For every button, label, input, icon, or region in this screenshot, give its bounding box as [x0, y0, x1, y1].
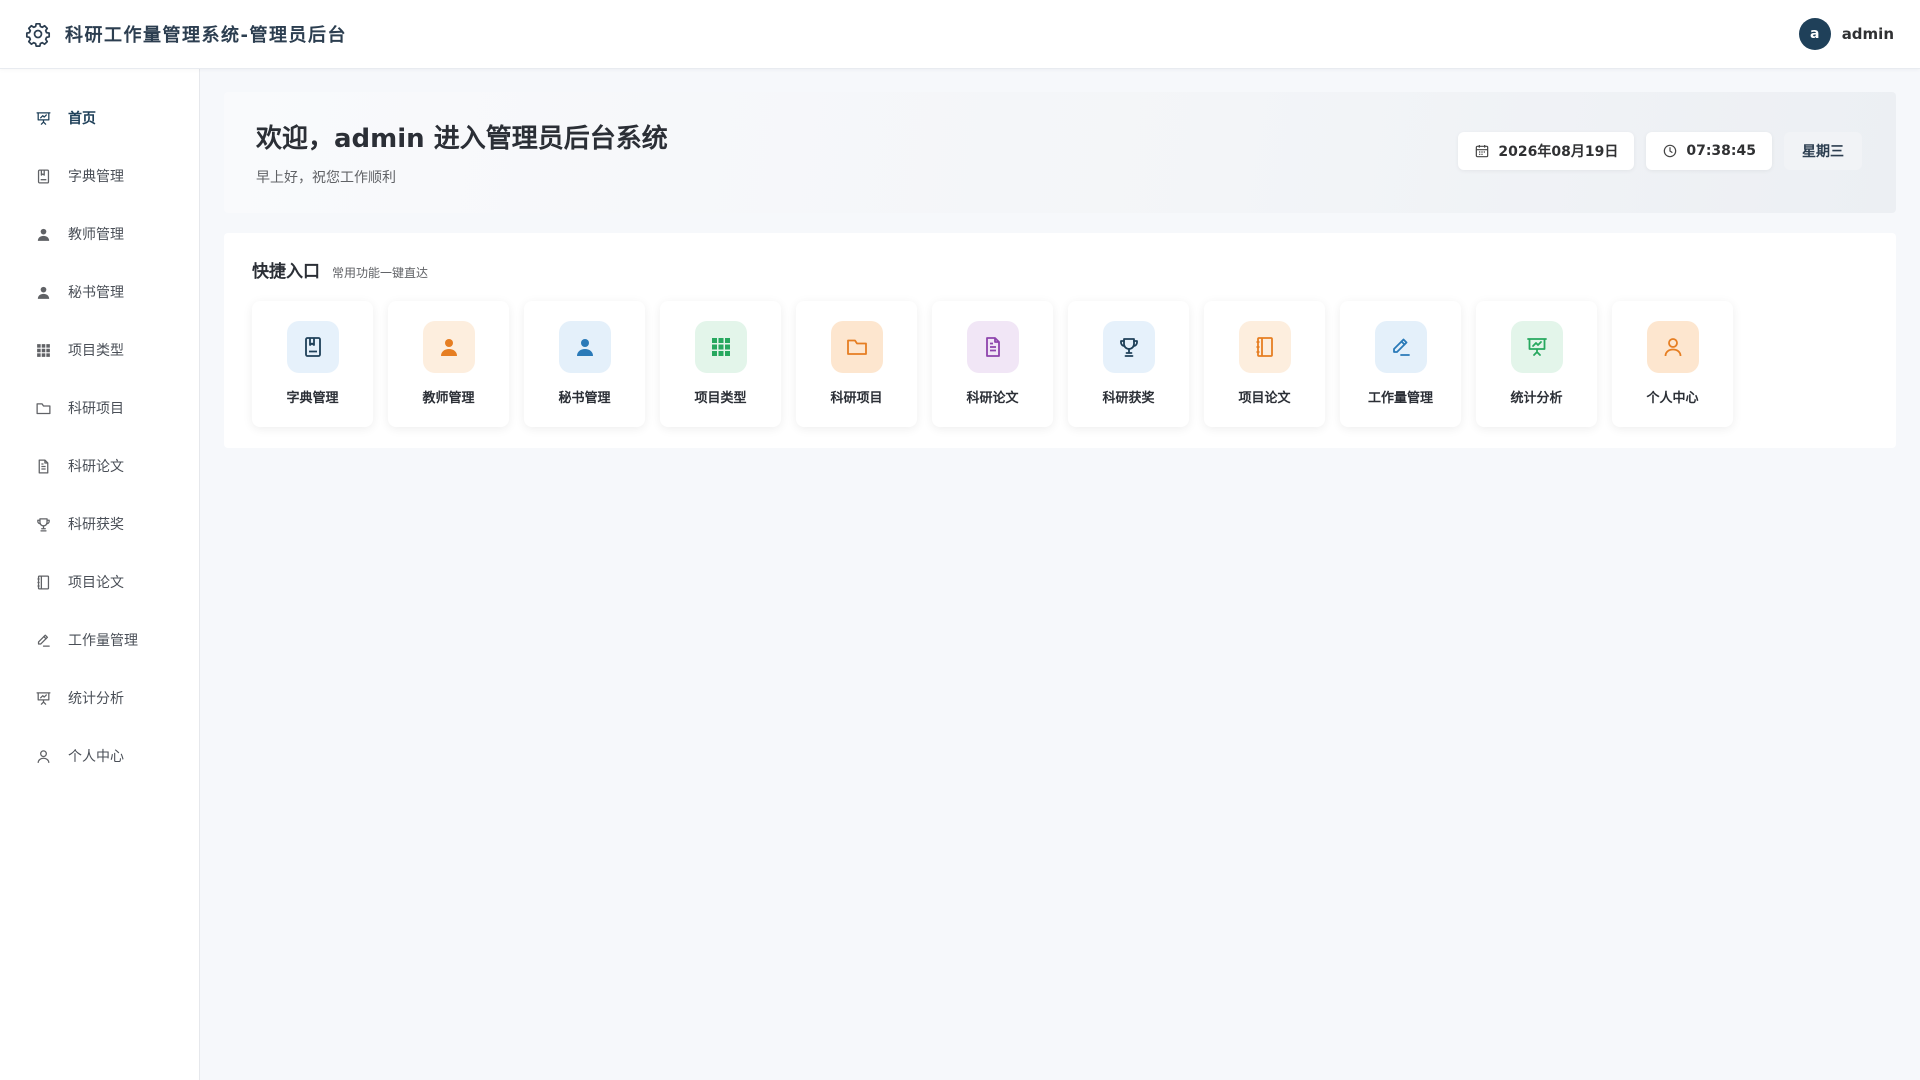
- quick-card-label: 教师管理: [422, 391, 475, 406]
- user-solid-icon: [35, 284, 52, 301]
- weekday-badge: 星期三: [1784, 131, 1862, 170]
- edit-pen-icon: [35, 632, 52, 649]
- presentation-chart-icon: [35, 690, 52, 707]
- sidebar-item-label: 个人中心: [68, 749, 124, 765]
- sidebar-item-research-papers[interactable]: 科研论文: [0, 437, 199, 495]
- sidebar-item-project-papers[interactable]: 项目论文: [0, 553, 199, 611]
- user-solid-icon: [558, 321, 611, 373]
- quick-card-label: 科研论文: [966, 391, 1019, 406]
- sidebar-item-label: 首页: [68, 111, 96, 127]
- trophy-icon: [1102, 321, 1155, 373]
- quick-access-header: 快捷入口 常用功能一键直达: [252, 257, 1868, 282]
- presentation-chart-icon: [1510, 321, 1563, 373]
- quick-card-research-awards[interactable]: 科研获奖: [1068, 301, 1189, 427]
- quick-card-label: 科研项目: [830, 391, 883, 406]
- grid-icon: [694, 321, 747, 373]
- app-title: 科研工作量管理系统-管理员后台: [65, 25, 347, 46]
- quick-access-title: 快捷入口: [252, 262, 320, 282]
- username[interactable]: admin: [1842, 25, 1894, 43]
- book-icon: [286, 321, 339, 373]
- sidebar-item-label: 科研论文: [68, 459, 124, 475]
- document-icon: [966, 321, 1019, 373]
- weekday-text: 星期三: [1802, 143, 1844, 160]
- top-bar: 科研工作量管理系统-管理员后台 a admin: [0, 0, 1920, 69]
- sidebar-item-dictionary[interactable]: 字典管理: [0, 147, 199, 205]
- sidebar-item-label: 科研获奖: [68, 517, 124, 533]
- presentation-chart-icon: [35, 110, 52, 127]
- quick-card-label: 工作量管理: [1367, 391, 1433, 406]
- date-text: 2026年08月19日: [1498, 143, 1619, 160]
- time-badge: 07:38:45: [1646, 131, 1772, 170]
- quick-card-workload[interactable]: 工作量管理: [1340, 301, 1461, 427]
- document-icon: [35, 458, 52, 475]
- sidebar-item-label: 项目类型: [68, 343, 124, 359]
- welcome-banner: 欢迎，admin 进入管理员后台系统 早上好，祝您工作顺利 2026年08月19…: [224, 92, 1896, 213]
- time-text: 07:38:45: [1686, 142, 1756, 159]
- sidebar-item-workload[interactable]: 工作量管理: [0, 611, 199, 669]
- gear-icon[interactable]: [25, 21, 51, 47]
- sidebar-item-label: 教师管理: [68, 227, 124, 243]
- trophy-icon: [35, 516, 52, 533]
- quick-access-cards: 字典管理 教师管理 秘书管理 项目类型 科研项目 科研论文 科研获奖 项目论文 …: [252, 301, 1868, 427]
- quick-card-research-projects[interactable]: 科研项目: [796, 301, 917, 427]
- main-content: 欢迎，admin 进入管理员后台系统 早上好，祝您工作顺利 2026年08月19…: [224, 92, 1896, 448]
- datetime-chips: 2026年08月19日 07:38:45 星期三: [1458, 131, 1862, 170]
- quick-card-label: 科研获奖: [1102, 391, 1155, 406]
- sidebar-item-statistics[interactable]: 统计分析: [0, 669, 199, 727]
- notebook-icon: [35, 574, 52, 591]
- quick-card-teachers[interactable]: 教师管理: [388, 301, 509, 427]
- quick-card-dictionary[interactable]: 字典管理: [252, 301, 373, 427]
- sidebar-item-label: 项目论文: [68, 575, 124, 591]
- calendar-icon: [1474, 143, 1490, 159]
- notebook-icon: [1238, 321, 1291, 373]
- user-solid-icon: [35, 226, 52, 243]
- sidebar-item-teachers[interactable]: 教师管理: [0, 205, 199, 263]
- sidebar-item-home[interactable]: 首页: [0, 89, 199, 147]
- quick-card-label: 秘书管理: [558, 391, 611, 406]
- quick-access-subtitle: 常用功能一键直达: [332, 266, 429, 280]
- user-outline-icon: [35, 748, 52, 765]
- sidebar-item-label: 工作量管理: [68, 633, 138, 649]
- avatar[interactable]: a: [1798, 18, 1831, 50]
- quick-card-label: 字典管理: [286, 391, 339, 406]
- sidebar-item-secretaries[interactable]: 秘书管理: [0, 263, 199, 321]
- edit-pen-icon: [1374, 321, 1427, 373]
- user-menu[interactable]: a admin: [1798, 18, 1894, 50]
- book-icon: [35, 168, 52, 185]
- sidebar-item-project-types[interactable]: 项目类型: [0, 321, 199, 379]
- welcome-subtitle: 早上好，祝您工作顺利: [256, 170, 396, 186]
- sidebar-item-research-projects[interactable]: 科研项目: [0, 379, 199, 437]
- quick-card-secretaries[interactable]: 秘书管理: [524, 301, 645, 427]
- welcome-title: 欢迎，admin 进入管理员后台系统: [256, 124, 668, 154]
- sidebar-item-label: 秘书管理: [68, 285, 124, 301]
- sidebar-item-label: 科研项目: [68, 401, 124, 417]
- quick-card-research-papers[interactable]: 科研论文: [932, 301, 1053, 427]
- quick-card-label: 项目论文: [1238, 391, 1291, 406]
- welcome-text: 欢迎，admin 进入管理员后台系统 早上好，祝您工作顺利: [256, 118, 668, 187]
- sidebar-item-label: 字典管理: [68, 169, 124, 185]
- quick-card-project-papers[interactable]: 项目论文: [1204, 301, 1325, 427]
- sidebar-item-research-awards[interactable]: 科研获奖: [0, 495, 199, 553]
- folder-icon: [35, 400, 52, 417]
- quick-card-project-types[interactable]: 项目类型: [660, 301, 781, 427]
- brand: 科研工作量管理系统-管理员后台: [25, 21, 347, 47]
- sidebar: 首页 字典管理 教师管理 秘书管理 项目类型 科研项目 科研论文 科研获奖 项目…: [0, 69, 200, 1080]
- quick-card-profile[interactable]: 个人中心: [1612, 301, 1733, 427]
- quick-access-panel: 快捷入口 常用功能一键直达 字典管理 教师管理 秘书管理 项目类型 科研项目 科…: [224, 233, 1896, 448]
- quick-card-label: 统计分析: [1510, 391, 1563, 406]
- sidebar-item-label: 统计分析: [68, 691, 124, 707]
- quick-card-label: 项目类型: [694, 391, 747, 406]
- sidebar-item-profile[interactable]: 个人中心: [0, 727, 199, 785]
- user-solid-icon: [422, 321, 475, 373]
- clock-icon: [1662, 143, 1678, 159]
- user-outline-icon: [1646, 321, 1699, 373]
- date-badge: 2026年08月19日: [1458, 131, 1635, 170]
- quick-card-label: 个人中心: [1646, 391, 1699, 406]
- folder-icon: [830, 321, 883, 373]
- quick-card-statistics[interactable]: 统计分析: [1476, 301, 1597, 427]
- grid-icon: [35, 342, 52, 359]
